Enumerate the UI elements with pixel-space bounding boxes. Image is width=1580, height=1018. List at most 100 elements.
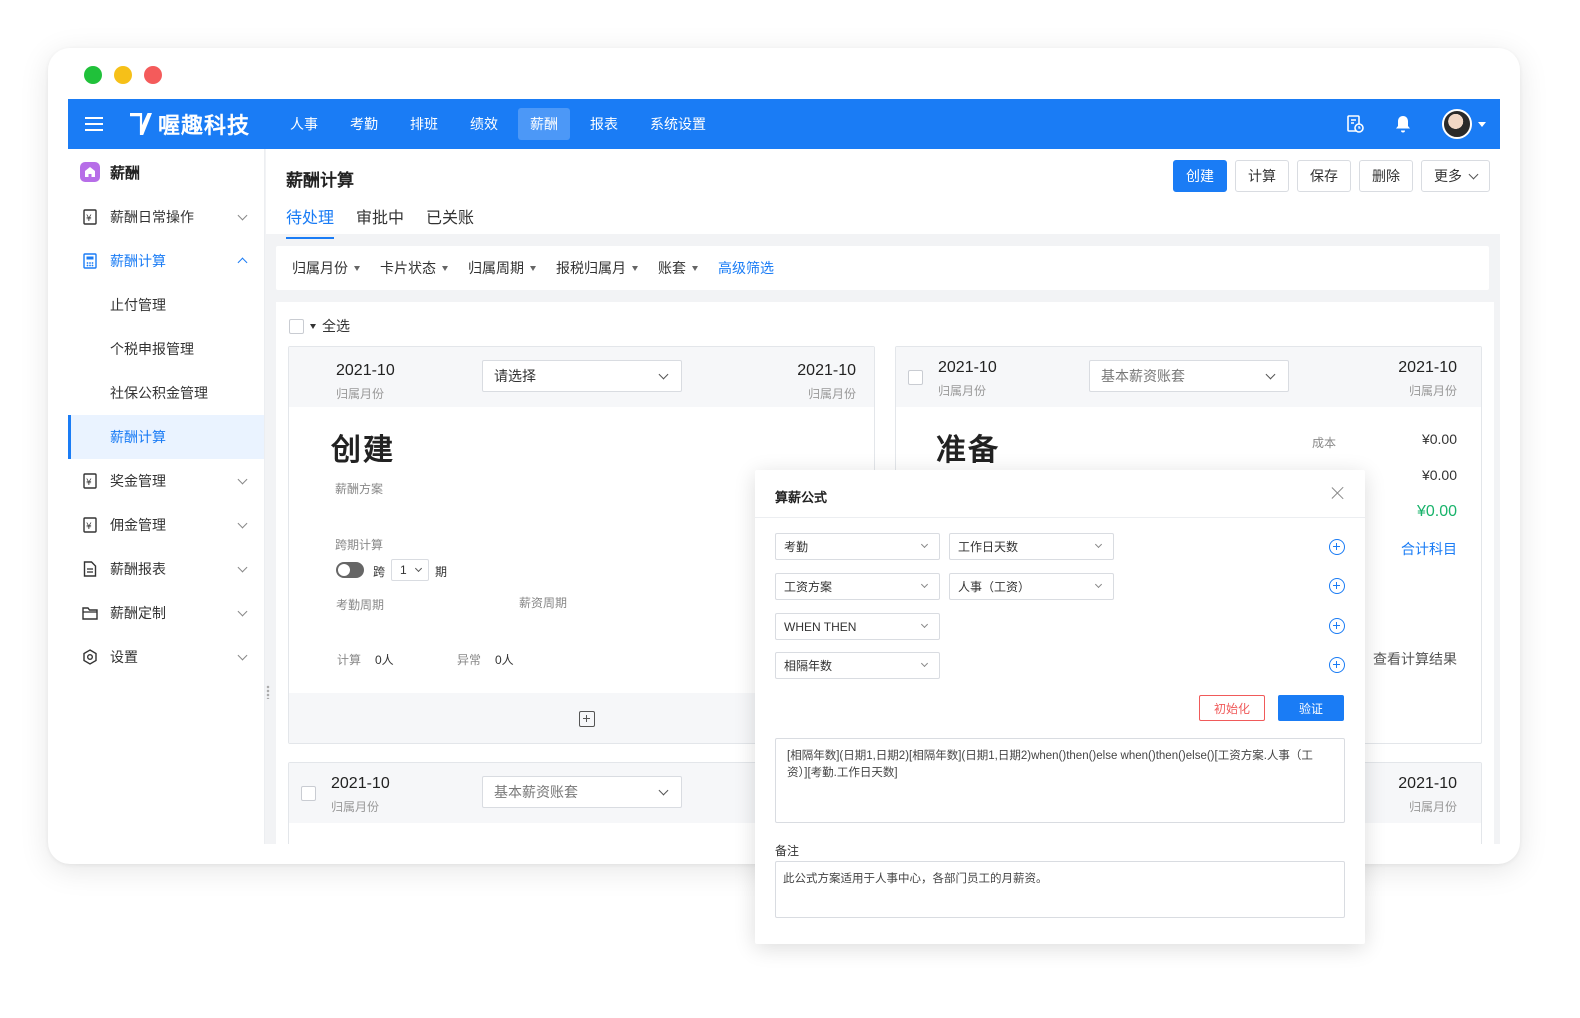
formula-field-select[interactable]: 人事（工资） bbox=[949, 573, 1114, 600]
tab-closed[interactable]: 已关账 bbox=[426, 204, 474, 239]
sidebar-item-daily-ops[interactable]: ¥ 薪酬日常操作 bbox=[68, 195, 264, 239]
card-checkbox[interactable] bbox=[301, 786, 316, 801]
hamburger-menu-icon[interactable] bbox=[68, 99, 120, 149]
advanced-filter-link[interactable]: 高级筛选 bbox=[718, 258, 774, 278]
add-circle-icon[interactable] bbox=[1329, 657, 1345, 673]
card-month: 2021-10 bbox=[331, 775, 390, 792]
card-right-month: 2021-10 bbox=[797, 362, 856, 379]
select-all[interactable]: 全选 bbox=[289, 316, 350, 336]
formula-source-select[interactable]: 考勤 bbox=[775, 533, 940, 560]
caret-down-icon bbox=[632, 265, 638, 271]
ledger-icon: ¥ bbox=[82, 517, 98, 533]
formula-dialog: 算薪公式 考勤 工作日天数 工资方案 人事（工资） WHEN THEN 相隔年数… bbox=[755, 470, 1365, 944]
bell-icon[interactable] bbox=[1394, 115, 1412, 133]
note-textarea[interactable]: 此公式方案适用于人事中心，各部门员工的月薪资。 bbox=[775, 861, 1345, 918]
add-circle-icon[interactable] bbox=[1329, 578, 1345, 594]
add-square-icon[interactable] bbox=[579, 711, 595, 727]
nav-item-attendance[interactable]: 考勤 bbox=[338, 108, 390, 140]
dialog-title: 算薪公式 bbox=[775, 490, 828, 505]
caret-down-icon bbox=[442, 265, 448, 271]
formula-function-select[interactable]: 相隔年数 bbox=[775, 652, 940, 679]
document-clock-icon[interactable] bbox=[1346, 115, 1364, 133]
scheme-label: 薪酬方案 bbox=[335, 482, 384, 496]
cross-period-toggle[interactable] bbox=[336, 562, 364, 578]
account-select[interactable]: 基本薪资账套 bbox=[482, 776, 682, 808]
more-button[interactable]: 更多 bbox=[1421, 160, 1490, 192]
sidebar-item-payroll-custom[interactable]: 薪酬定制 bbox=[68, 591, 264, 635]
dialog-divider bbox=[755, 517, 1365, 518]
maximize-dot[interactable] bbox=[84, 66, 102, 84]
page-header: 薪酬计算 创建 计算 保存 删除 更多 待处理 审批中 已关账 bbox=[266, 149, 1500, 239]
select-all-label: 全选 bbox=[322, 318, 350, 334]
filter-card-status[interactable]: 卡片状态 bbox=[380, 258, 448, 278]
top-navbar: 喔趣科技 人事 考勤 排班 绩效 薪酬 报表 系统设置 bbox=[68, 99, 1500, 149]
chevron-down-icon bbox=[920, 580, 929, 589]
sidebar-item-commission[interactable]: ¥ 佣金管理 bbox=[68, 503, 264, 547]
card-right-month: 2021-10 bbox=[1398, 775, 1457, 792]
sidebar-item-bonus[interactable]: ¥ 奖金管理 bbox=[68, 459, 264, 503]
sidebar-item-settings[interactable]: 设置 bbox=[68, 635, 264, 679]
verify-button[interactable]: 验证 bbox=[1278, 695, 1344, 721]
account-select[interactable]: 基本薪资账套 bbox=[1089, 360, 1289, 392]
formula-field-select[interactable]: 工作日天数 bbox=[949, 533, 1114, 560]
select-all-checkbox[interactable] bbox=[289, 318, 304, 334]
card-status: 准备 bbox=[936, 434, 1000, 467]
total-items-link[interactable]: 合计科目 bbox=[1401, 539, 1457, 559]
nav-item-reports[interactable]: 报表 bbox=[578, 108, 630, 140]
add-circle-icon[interactable] bbox=[1329, 618, 1345, 634]
cost-label: 成本 bbox=[1312, 436, 1337, 450]
card-checkbox[interactable] bbox=[908, 370, 923, 385]
cross-period-label: 跨期计算 bbox=[335, 538, 384, 552]
filter-account[interactable]: 账套 bbox=[658, 258, 698, 278]
select-value: 考勤 bbox=[784, 540, 809, 554]
nav-item-hr[interactable]: 人事 bbox=[278, 108, 330, 140]
formula-function-select[interactable]: WHEN THEN bbox=[775, 613, 940, 640]
sidebar-item-label: 奖金管理 bbox=[110, 473, 166, 489]
caret-down-icon[interactable] bbox=[310, 323, 316, 329]
card-header: 2021-10 归属月份 基本薪资账套 2021-10 归属月份 bbox=[896, 347, 1481, 407]
calculate-button[interactable]: 计算 bbox=[1235, 160, 1289, 192]
view-result-link[interactable]: 查看计算结果 bbox=[1373, 649, 1457, 669]
create-button[interactable]: 创建 bbox=[1173, 160, 1227, 192]
nav-item-settings[interactable]: 系统设置 bbox=[638, 108, 718, 140]
account-select-value: 基本薪资账套 bbox=[494, 784, 578, 800]
brand-logo[interactable]: 喔趣科技 bbox=[130, 108, 250, 140]
close-icon[interactable] bbox=[1331, 486, 1345, 500]
svg-text:¥: ¥ bbox=[86, 522, 92, 532]
sidebar-subitem-payroll-calc[interactable]: 薪酬计算 bbox=[68, 415, 264, 459]
nav-item-payroll[interactable]: 薪酬 bbox=[518, 108, 571, 140]
sidebar-subitem-social-fund[interactable]: 社保公积金管理 bbox=[68, 371, 264, 415]
minimize-dot[interactable] bbox=[114, 66, 132, 84]
close-dot[interactable] bbox=[144, 66, 162, 84]
filter-period[interactable]: 归属周期 bbox=[468, 258, 536, 278]
reset-button[interactable]: 初始化 bbox=[1199, 695, 1265, 721]
card-header: 2021-10 归属月份 请选择 2021-10 归属月份 bbox=[289, 347, 874, 407]
sidebar-subitem-tax-declare[interactable]: 个税申报管理 bbox=[68, 327, 264, 371]
user-menu-caret-icon[interactable] bbox=[1478, 121, 1486, 127]
cross-period-select[interactable]: 1 bbox=[391, 559, 429, 581]
filter-month[interactable]: 归属月份 bbox=[292, 258, 360, 278]
select-value: 工作日天数 bbox=[958, 540, 1019, 554]
nav-item-performance[interactable]: 绩效 bbox=[458, 108, 510, 140]
sidebar-item-payroll-calc[interactable]: 薪酬计算 bbox=[68, 239, 264, 283]
tab-approving[interactable]: 审批中 bbox=[356, 204, 404, 239]
chevron-up-icon bbox=[237, 257, 248, 268]
filter-label: 账套 bbox=[658, 260, 686, 276]
chevron-down-icon bbox=[658, 369, 669, 380]
card-month-label: 归属月份 bbox=[331, 800, 380, 814]
tab-pending[interactable]: 待处理 bbox=[286, 204, 335, 239]
ledger-icon: ¥ bbox=[82, 473, 98, 489]
delete-button[interactable]: 删除 bbox=[1359, 160, 1413, 192]
user-avatar[interactable] bbox=[1442, 109, 1472, 139]
filter-label: 卡片状态 bbox=[380, 260, 436, 276]
save-button[interactable]: 保存 bbox=[1297, 160, 1351, 192]
filter-tax-month[interactable]: 报税归属月 bbox=[556, 258, 638, 278]
add-circle-icon[interactable] bbox=[1329, 539, 1345, 555]
formula-textarea[interactable]: [相隔年数](日期1,日期2)[相隔年数](日期1,日期2)when()then… bbox=[775, 738, 1345, 823]
card-right-month-label: 归属月份 bbox=[807, 387, 856, 401]
nav-item-schedule[interactable]: 排班 bbox=[398, 108, 450, 140]
sidebar-item-payroll-reports[interactable]: 薪酬报表 bbox=[68, 547, 264, 591]
formula-source-select[interactable]: 工资方案 bbox=[775, 573, 940, 600]
sidebar-subitem-stop-pay[interactable]: 止付管理 bbox=[68, 283, 264, 327]
scheme-select[interactable]: 请选择 bbox=[482, 360, 682, 392]
